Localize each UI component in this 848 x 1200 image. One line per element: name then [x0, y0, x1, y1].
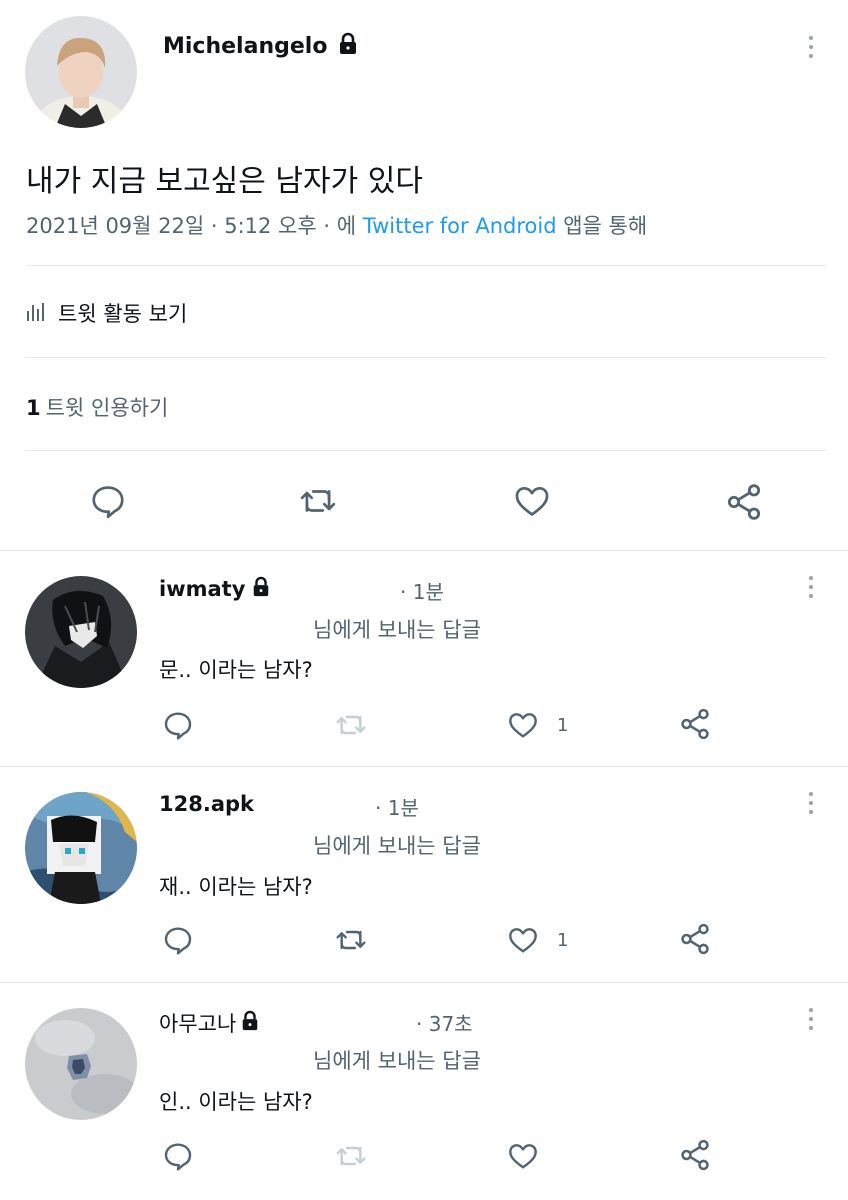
client-link[interactable]: Twitter for Android — [363, 214, 557, 238]
reply-avatar[interactable] — [25, 576, 137, 688]
reply-avatar[interactable] — [25, 1008, 137, 1120]
lock-icon — [337, 32, 359, 60]
share-icon[interactable] — [678, 922, 712, 956]
more-icon[interactable] — [807, 36, 815, 62]
like-icon[interactable] — [506, 709, 540, 741]
reply-username[interactable]: 아무고나 — [159, 1008, 236, 1038]
tweet-text: 내가 지금 보고싶은 남자가 있다 — [26, 164, 423, 199]
reply-to-label: 님에게 보내는 답글 — [313, 618, 481, 642]
divider — [26, 357, 826, 358]
like-count: 1 — [557, 930, 569, 951]
like-icon[interactable] — [506, 924, 540, 956]
reply-time[interactable]: · 1분 — [375, 792, 419, 821]
more-icon[interactable] — [807, 576, 815, 602]
retweet-icon[interactable] — [333, 924, 369, 956]
quote-count: 1 — [26, 396, 41, 420]
reply-item[interactable]: iwmaty · 1분 님에게 보내는 답글 문.. 이라는 남자? 1 — [0, 551, 848, 766]
author-name[interactable]: Michelangelo — [163, 34, 327, 59]
retweet-icon — [333, 709, 369, 741]
more-icon[interactable] — [807, 1008, 815, 1034]
reply-username[interactable]: iwmaty — [159, 577, 245, 601]
activity-label[interactable]: 트윗 활동 보기 — [58, 298, 187, 328]
reply-icon[interactable] — [89, 482, 127, 520]
divider — [26, 265, 826, 266]
share-icon[interactable] — [724, 482, 764, 522]
like-icon[interactable] — [512, 482, 552, 520]
main-avatar[interactable] — [25, 16, 137, 128]
share-icon[interactable] — [678, 1138, 712, 1172]
lock-icon — [251, 576, 271, 602]
reply-time[interactable]: · 1분 — [400, 576, 444, 605]
reply-to-label: 님에게 보내는 답글 — [313, 1049, 481, 1073]
quote-label: 트윗 인용하기 — [45, 396, 169, 420]
reply-text: 인.. 이라는 남자? — [159, 1090, 313, 1114]
reply-to-label: 님에게 보내는 답글 — [313, 834, 481, 858]
divider — [26, 450, 826, 451]
reply-text: 문.. 이라는 남자? — [159, 658, 313, 682]
retweet-icon — [333, 1140, 369, 1172]
activity-row[interactable]: 트윗 활동 보기 — [26, 298, 187, 328]
lock-icon — [240, 1010, 260, 1036]
reply-username[interactable]: 128.apk — [159, 792, 254, 816]
retweet-icon[interactable] — [298, 482, 338, 520]
reply-icon[interactable] — [162, 1140, 194, 1172]
more-icon[interactable] — [807, 792, 815, 818]
client-suffix: 앱을 통해 — [563, 214, 648, 238]
activity-icon — [26, 299, 44, 327]
tweet-date[interactable]: 2021년 09월 22일 · 5:12 오후 · 에 — [26, 214, 356, 238]
reply-item[interactable]: 128.apk · 1분 님에게 보내는 답글 재.. 이라는 남자? 1 — [0, 767, 848, 982]
like-icon[interactable] — [506, 1140, 540, 1172]
reply-icon[interactable] — [162, 924, 194, 956]
reply-time[interactable]: · 37초 — [416, 1008, 473, 1037]
tweet-metadata: 2021년 09월 22일 · 5:12 오후 · 에 Twitter for … — [26, 210, 647, 240]
reply-avatar[interactable] — [25, 792, 137, 904]
quote-row[interactable]: 1 트윗 인용하기 — [26, 392, 168, 422]
like-count: 1 — [557, 715, 569, 736]
reply-item[interactable]: 아무고나 · 37초 님에게 보내는 답글 인.. 이라는 남자? — [0, 983, 848, 1200]
reply-icon[interactable] — [162, 709, 194, 741]
share-icon[interactable] — [678, 707, 712, 741]
reply-text: 재.. 이라는 남자? — [159, 875, 313, 899]
